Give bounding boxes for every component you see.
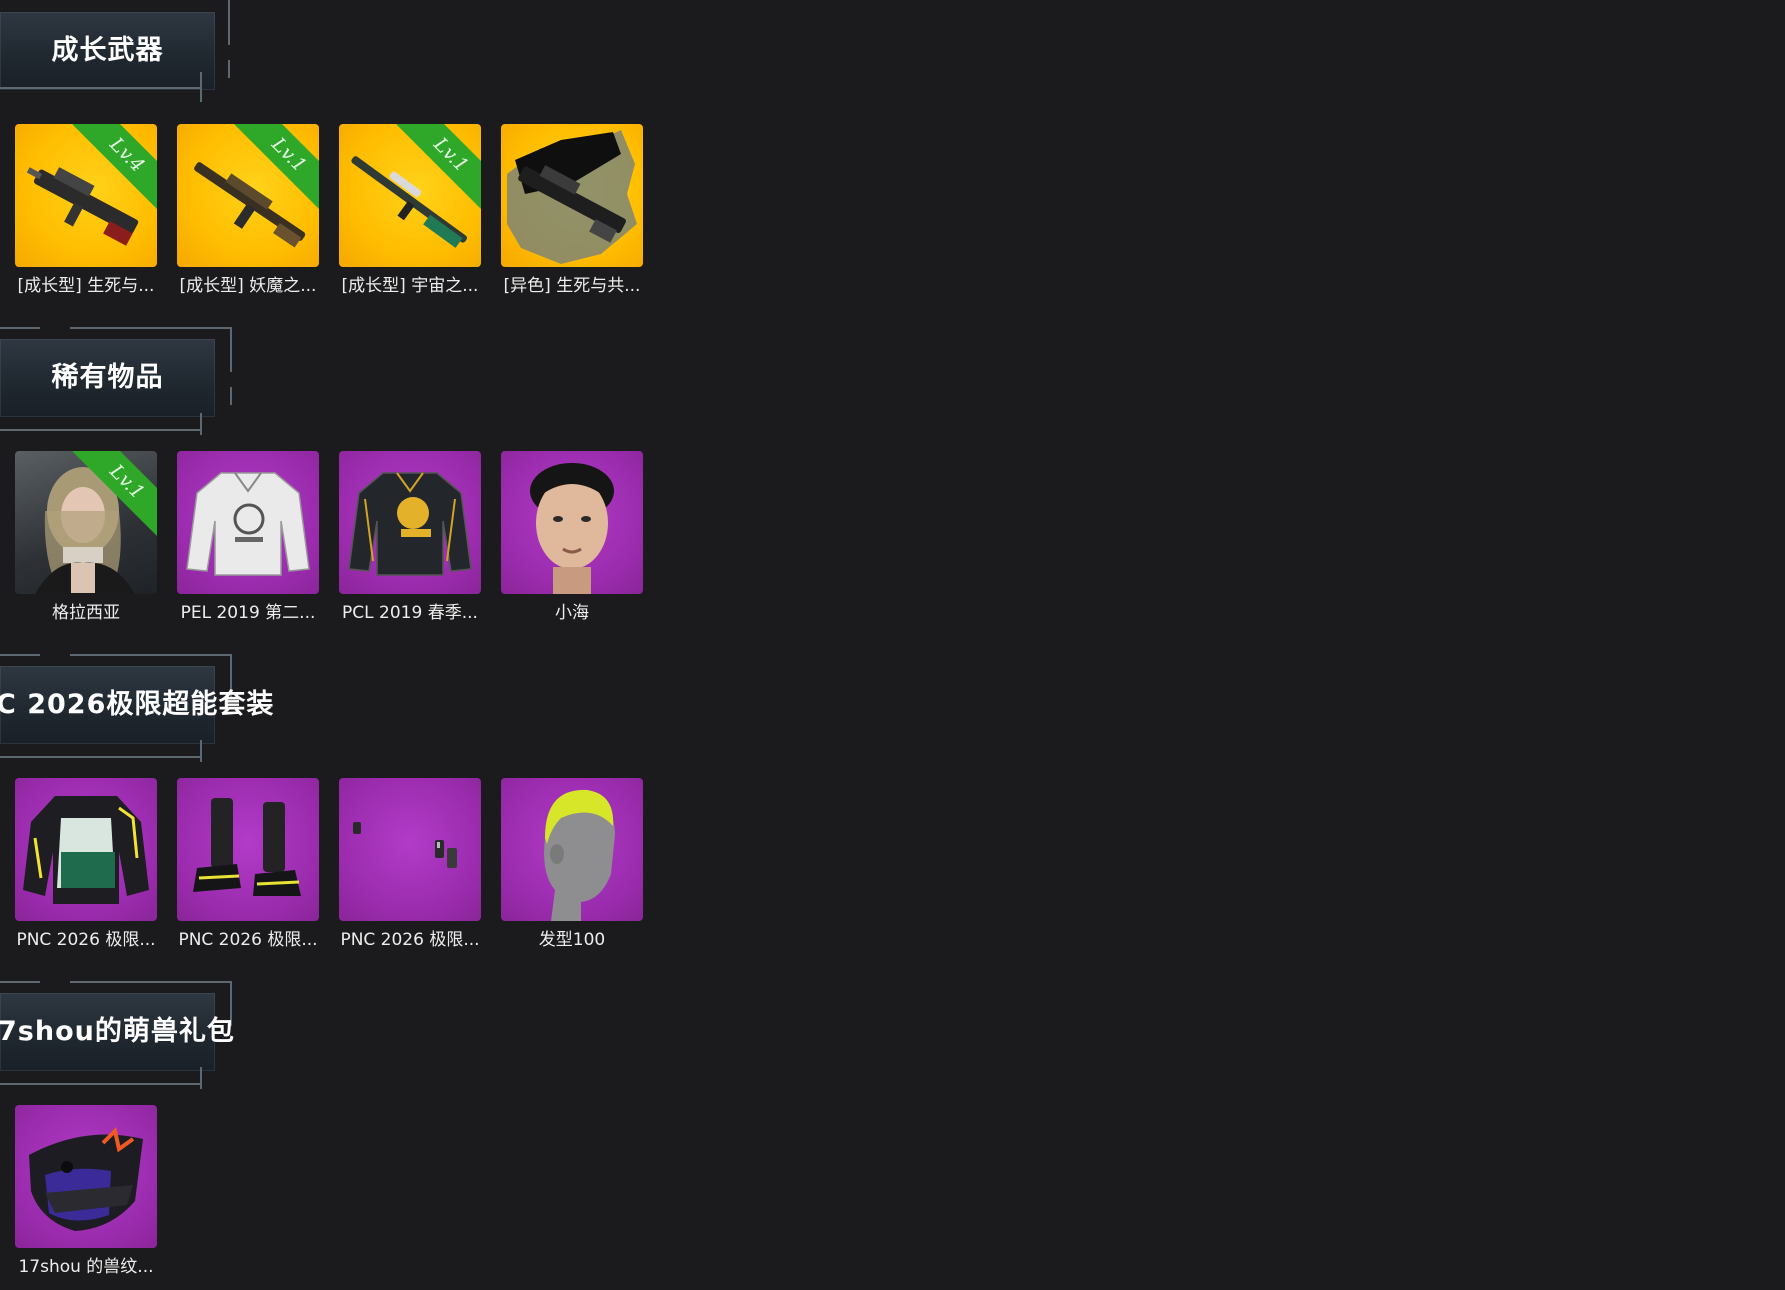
item-label: PEL 2019 第二...	[180, 603, 316, 623]
item-label: PNC 2026 极限...	[178, 930, 318, 950]
item-tile[interactable]	[177, 778, 319, 921]
item-card[interactable]: 发型100	[501, 778, 643, 950]
header-divider	[230, 387, 232, 405]
header-divider	[0, 756, 200, 758]
header-divider	[228, 0, 230, 45]
item-label: PNC 2026 极限...	[16, 930, 156, 950]
item-tile[interactable]: Lv.1	[15, 451, 157, 594]
section-header-rare-items: 稀有物品	[0, 327, 240, 437]
item-tile[interactable]: Lv.1	[339, 124, 481, 267]
item-card[interactable]: Lv.1 [成长型] 妖魔之...	[177, 124, 319, 296]
item-tile[interactable]	[501, 778, 643, 921]
item-label: 小海	[555, 603, 589, 623]
section-header-extreme-suit: C 2026极限超能套装	[0, 654, 275, 764]
item-tile[interactable]	[15, 778, 157, 921]
item-label: 发型100	[538, 930, 606, 950]
item-label: 格拉西亚	[52, 603, 120, 623]
item-label: PNC 2026 极限...	[340, 930, 480, 950]
header-divider	[0, 327, 40, 329]
item-card[interactable]: PNC 2026 极限...	[339, 778, 481, 950]
item-tile[interactable]	[501, 124, 643, 267]
item-tile[interactable]	[339, 451, 481, 594]
header-divider	[70, 654, 230, 656]
item-card[interactable]: PNC 2026 极限...	[177, 778, 319, 950]
armor-vest-icon	[23, 796, 149, 904]
section-title: C 2026极限超能套装	[0, 689, 275, 720]
header-divider	[0, 1083, 200, 1085]
header-divider	[228, 60, 230, 78]
machine-gun-variant-icon	[507, 130, 637, 264]
header-divider	[70, 981, 230, 983]
section-header-beast-pack: 7shou的萌兽礼包	[0, 981, 240, 1091]
item-card[interactable]: 17shou 的兽纹...	[15, 1105, 157, 1277]
item-label: 17shou 的兽纹...	[18, 1257, 154, 1277]
hairstyle-head-icon	[544, 789, 615, 921]
inventory-page: 成长武器 Lv.4 [成长型] 生死与... Lv.1 [成长型] 妖魔之...…	[0, 0, 1785, 1290]
section-title: 稀有物品	[51, 362, 164, 393]
item-label: [异色] 生死与共...	[503, 276, 641, 296]
header-divider	[70, 327, 230, 329]
item-tile[interactable]: Lv.1	[177, 124, 319, 267]
item-label: [成长型] 生死与...	[17, 276, 155, 296]
earrings-icon	[353, 822, 457, 868]
item-card[interactable]: PCL 2019 春季...	[339, 451, 481, 623]
item-tile[interactable]: Lv.4	[15, 124, 157, 267]
item-card[interactable]: Lv.4 [成长型] 生死与...	[15, 124, 157, 296]
item-tile[interactable]	[15, 1105, 157, 1248]
header-divider	[0, 654, 40, 656]
face-icon	[530, 463, 614, 594]
header-divider	[230, 327, 232, 372]
item-card[interactable]: PNC 2026 极限...	[15, 778, 157, 950]
item-card[interactable]: 小海	[501, 451, 643, 623]
item-card[interactable]: PEL 2019 第二...	[177, 451, 319, 623]
item-tile[interactable]	[177, 451, 319, 594]
boots-icon	[193, 798, 301, 896]
white-jacket-icon	[186, 472, 310, 576]
item-label: [成长型] 妖魔之...	[179, 276, 317, 296]
item-card[interactable]: Lv.1 [成长型] 宇宙之...	[339, 124, 481, 296]
black-jacket-icon	[348, 472, 472, 576]
section-header-growth-weapons: 成长武器	[0, 0, 240, 110]
item-card[interactable]: [异色] 生死与共...	[501, 124, 643, 296]
item-label: PCL 2019 春季...	[342, 603, 478, 623]
header-divider	[0, 981, 40, 983]
section-title: 7shou的萌兽礼包	[0, 1016, 235, 1047]
header-divider	[0, 429, 200, 431]
item-tile[interactable]	[339, 778, 481, 921]
item-label: [成长型] 宇宙之...	[341, 276, 479, 296]
item-card[interactable]: Lv.1 格拉西亚	[15, 451, 157, 623]
section-title: 成长武器	[51, 35, 164, 66]
item-tile[interactable]	[501, 451, 643, 594]
beast-mask-icon	[29, 1127, 143, 1231]
